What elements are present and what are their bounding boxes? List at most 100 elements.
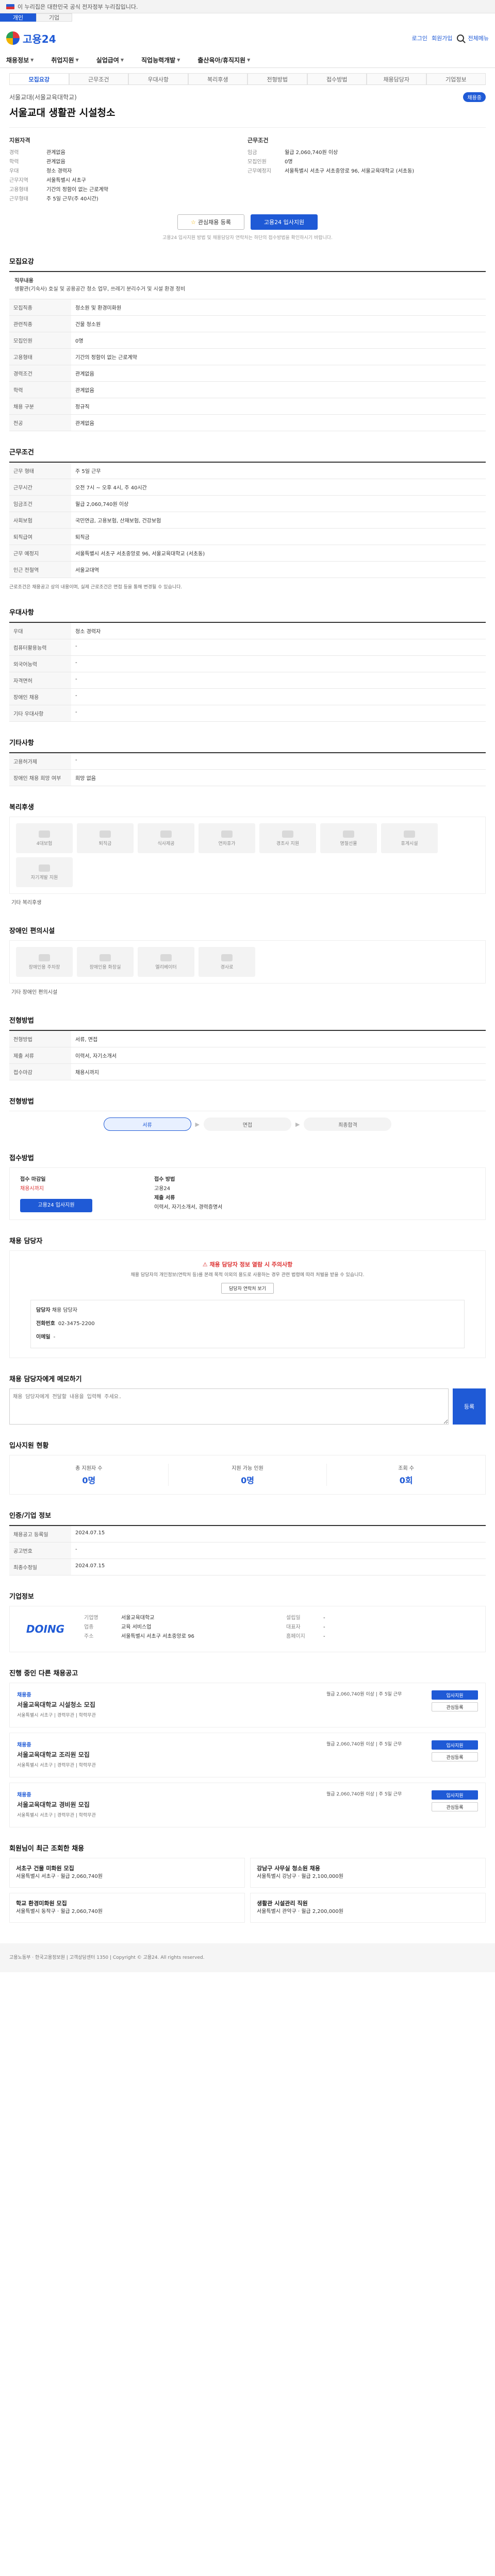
benefit-tile: 경조사 지원 — [259, 823, 316, 853]
listing-main: 채용중 서울교육대학교 경비원 모집 서울특별시 서초구 | 경력무관 | 학력무관 — [17, 1790, 319, 1820]
row-label: 퇴직급여 — [9, 528, 71, 545]
nav-training[interactable]: 직업능력개발 ▼ — [141, 56, 180, 64]
apply-button[interactable]: 고용24 입사지원 — [251, 214, 318, 230]
stats-box: 총 지원자 수 0명 지원 가능 인원 0명 조회 수 0회 — [9, 1455, 486, 1495]
listing-apply-button[interactable]: 입사지원 — [432, 1790, 478, 1800]
kv-row: 대표자 - — [286, 1623, 478, 1632]
listing-actions: 입사지원관심등록 — [432, 1690, 478, 1720]
kv-key: 근무형태 — [9, 196, 28, 202]
nav-support[interactable]: 취업지원 ▼ — [51, 56, 78, 64]
kv-row: 업종 교육 서비스업 — [84, 1623, 276, 1632]
tab-welfare[interactable]: 복리후생 — [188, 73, 248, 84]
row-value: 청소원 및 환경미화원 — [71, 299, 486, 316]
listing-save-button[interactable]: 관심등록 — [432, 1702, 478, 1711]
save-job-button[interactable]: ☆ 관심채용 등록 — [177, 214, 244, 230]
kv-value: 관계없음 — [46, 159, 65, 165]
nav-jobs-label: 채용정보 — [6, 57, 29, 64]
table-row: 모집직종 청소원 및 환경미화원 — [9, 299, 486, 316]
section-title: 접수방법 — [9, 1155, 34, 1162]
memo-input[interactable] — [9, 1388, 449, 1425]
listing-apply-button[interactable]: 입사지원 — [432, 1740, 478, 1750]
table-row: 고용허가제 - — [9, 753, 486, 770]
row-value: 월급 2,060,740원 이상 — [71, 495, 486, 512]
table-row: 전형방법 서류, 면접 — [9, 1031, 486, 1047]
corp-logo: DOING — [26, 1623, 65, 1635]
main-nav: 채용정보 ▼ 취업지원 ▼ 실업급여 ▼ 직업능력개발 ▼ 출산육아/휴직지원 ▼ — [0, 53, 495, 68]
section-memo: 채용 담당자에게 메모하기 등록 — [9, 1374, 486, 1425]
benefit-label: 경사로 — [220, 964, 234, 970]
section-title: 전형방법 — [9, 1098, 34, 1106]
tab-prefer[interactable]: 우대사항 — [128, 73, 188, 84]
kv-row: 경력 관계없음 — [9, 148, 248, 158]
listing-conditions: 월급 2,060,740원 이상 | 주 5일 근무 — [326, 1792, 402, 1797]
row-value: 서울교대역 — [71, 561, 486, 578]
benefit-label: 엘리베이터 — [155, 964, 177, 970]
row-label: 근무 예정지 — [9, 545, 71, 562]
view-contact-button[interactable]: 담당자 연락처 보기 — [221, 1283, 274, 1294]
section-box: 우대 청소 경력자 컴퓨터활용능력 - 외국어능력 - 자격면허 - 장애인 채용 - 기타 우대사… — [9, 622, 486, 722]
listing-title[interactable]: 서울교육대학교 조리원 모집 — [17, 1750, 319, 1759]
listing-save-button[interactable]: 관심등록 — [432, 1802, 478, 1811]
nav-jobs[interactable]: 채용정보 ▼ — [6, 56, 34, 64]
tab-selection[interactable]: 전형방법 — [248, 73, 307, 84]
listing-save-button[interactable]: 관심등록 — [432, 1752, 478, 1761]
row-value: 관계없음 — [71, 381, 486, 398]
recruit-table: 모집직종 청소원 및 환경미화원 관련직종 건물 청소원 모집인원 0명 고용형태 기간의 정… — [9, 299, 486, 431]
recent-job-card[interactable]: 강남구 사무실 청소원 채용 서울특별시 강남구 · 월급 2,100,000원 — [250, 1858, 486, 1888]
company-name[interactable]: 서울교대(서울교육대학교) — [9, 93, 77, 101]
apply-button-secondary[interactable]: 고용24 입사지원 — [20, 1199, 92, 1212]
etc-table: 고용허가제 - 장애인 채용 희망 여부 희망 없음 — [9, 753, 486, 786]
tab-recruit[interactable]: 모집요강 — [9, 73, 69, 84]
site-logo[interactable]: 고용24 — [6, 31, 56, 46]
prefer-table: 우대 청소 경력자 컴퓨터활용능력 - 외국어능력 - 자격면허 - 장애인 채용 - 기타 우대사… — [9, 623, 486, 722]
period-label: 접수 마감일 — [20, 1177, 46, 1182]
login-link[interactable]: 로그인 — [412, 34, 427, 42]
kv-value: 교육 서비스업 — [121, 1624, 152, 1630]
summary-left-title: 지원자격 — [9, 137, 30, 144]
tab-corp[interactable]: 기업정보 — [426, 73, 486, 84]
row-value: - — [71, 639, 486, 656]
kv-row: 임금 월급 2,060,740원 이상 — [248, 148, 486, 158]
search-icon[interactable] — [456, 35, 464, 42]
nav-unemployment[interactable]: 실업급여 ▼ — [96, 56, 124, 64]
section-meta: 인증/기업 정보 채용공고 등록일 2024.07.15 공고번호 - 최종수정일 202… — [9, 1510, 486, 1575]
status-badge: 채용중 — [463, 92, 486, 102]
summary-right: 근무조건 임금 월급 2,060,740원 이상 모집인원 0명 근무예정지 서울특별시 … — [248, 136, 486, 204]
benefit-label: 자기계발 지원 — [30, 875, 58, 880]
section-title: 모집요강 — [9, 258, 34, 266]
tab-work[interactable]: 근무조건 — [69, 73, 128, 84]
benefit-tile: 엘리베이터 — [138, 947, 194, 977]
kv-key: 대표자 — [286, 1624, 301, 1630]
sitemap-link[interactable]: 전체메뉴 — [468, 34, 489, 42]
listing-conditions: 월급 2,060,740원 이상 | 주 5일 근무 — [326, 1742, 402, 1747]
table-row: 인근 전철역 서울교대역 — [9, 561, 486, 578]
section-recent: 회원님이 최근 조회한 채용 서초구 건물 미화원 모집 서울특별시 서초구 · … — [9, 1843, 486, 1923]
recent-job-card[interactable]: 서초구 건물 미화원 모집 서울특별시 서초구 · 월급 2,060,740원 — [9, 1858, 245, 1888]
stat-views: 조회 수 0회 — [327, 1464, 485, 1486]
section-prefer: 우대사항 우대 청소 경력자 컴퓨터활용능력 - 외국어능력 - 자격면허 - 장애인 채용 - 기… — [9, 607, 486, 722]
manager-label: 담당자 — [36, 1308, 51, 1313]
benefit-tile: 경사로 — [199, 947, 255, 977]
stat-value: 0명 — [82, 1476, 96, 1485]
listing-title[interactable]: 서울교육대학교 시설청소 모집 — [17, 1700, 319, 1709]
tab-apply[interactable]: 접수방법 — [307, 73, 367, 84]
memo-submit-button[interactable]: 등록 — [453, 1388, 486, 1425]
tab-contact[interactable]: 채용담당자 — [367, 73, 426, 84]
listing-title[interactable]: 서울교육대학교 경비원 모집 — [17, 1800, 319, 1809]
tab-personal[interactable]: 개인 — [0, 13, 36, 22]
join-link[interactable]: 회원가입 — [432, 34, 452, 42]
recent-job-card[interactable]: 학교 환경미화원 모집 서울특별시 동작구 · 월급 2,060,740원 — [9, 1893, 245, 1923]
section-etc: 기타사항 고용허가제 - 장애인 채용 희망 여부 희망 없음 — [9, 737, 486, 786]
row-label: 자격면허 — [9, 672, 71, 689]
listing-apply-button[interactable]: 입사지원 — [432, 1690, 478, 1700]
header-utilities: 로그인 회원가입 전체메뉴 — [412, 34, 489, 42]
disability-more: 기타 장애인 편의시설 — [11, 990, 58, 995]
recent-job-card[interactable]: 생활관 시설관리 직원 서울특별시 관악구 · 월급 2,200,000원 — [250, 1893, 486, 1923]
row-value: 0명 — [71, 332, 486, 349]
phone-value: 02-3475-2200 — [58, 1321, 95, 1327]
kv-key: 업종 — [84, 1624, 94, 1630]
tab-business[interactable]: 기업 — [36, 13, 72, 22]
row-label: 고용허가제 — [9, 753, 71, 770]
row-label: 사회보험 — [9, 512, 71, 529]
nav-leave[interactable]: 출산육아/휴직지원 ▼ — [197, 56, 250, 64]
